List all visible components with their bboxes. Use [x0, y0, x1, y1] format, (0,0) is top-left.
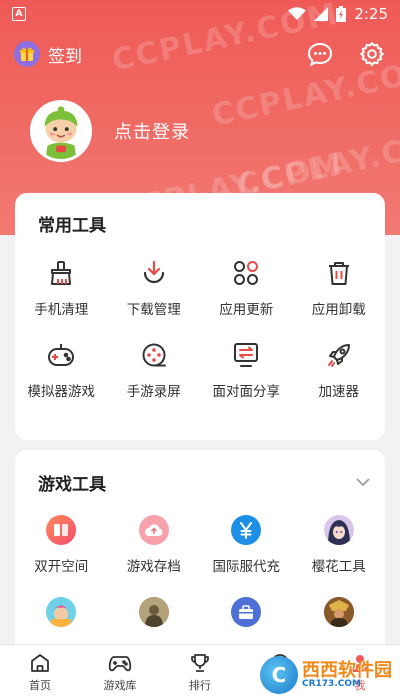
login-prompt[interactable]: 点击登录 — [114, 118, 190, 144]
tool-game-partial[interactable] — [15, 597, 108, 627]
dual-space-icon — [46, 515, 77, 545]
tool-label: 手机清理 — [34, 302, 89, 318]
battery-charging-icon — [336, 6, 347, 22]
warrior-avatar-icon — [323, 597, 354, 627]
login-area[interactable]: 点击登录 — [30, 100, 190, 162]
download-icon — [139, 258, 169, 288]
anime-avatar-icon — [323, 515, 354, 545]
tool-game-partial[interactable] — [200, 597, 293, 627]
trophy-icon — [191, 654, 209, 672]
gear-icon[interactable] — [358, 40, 386, 68]
tool-app-update[interactable]: 应用更新 — [200, 258, 293, 318]
tool-label: 手游录屏 — [126, 384, 181, 400]
home-icon — [31, 654, 49, 672]
tool-label: 应用更新 — [219, 302, 274, 318]
nav-label: 游戏库 — [103, 679, 137, 692]
tool-label: 下载管理 — [126, 302, 181, 318]
status-time: 2:25 — [354, 5, 388, 23]
trash-icon — [324, 258, 354, 288]
tool-intl-recharge[interactable]: 国际服代充 — [200, 515, 293, 575]
soldier-avatar-icon — [138, 597, 169, 627]
signin-label: 签到 — [48, 46, 82, 67]
tool-label: 游戏存档 — [126, 559, 181, 575]
tool-accelerator[interactable]: 加速器 — [293, 340, 386, 400]
tool-game-save[interactable]: 游戏存档 — [108, 515, 201, 575]
tool-phone-cleanup[interactable]: 手机清理 — [15, 258, 108, 318]
cloud-save-icon — [138, 515, 169, 545]
tool-label: 双开空间 — [34, 559, 89, 575]
tool-game-partial[interactable] — [293, 597, 386, 627]
site-watermark-logo: C 西西软件园 CR173.COM — [260, 656, 392, 694]
broom-icon — [46, 258, 76, 288]
gift-icon — [14, 41, 40, 67]
gamepad-icon — [46, 340, 76, 370]
tool-game-partial[interactable] — [108, 597, 201, 627]
tool-label: 模拟器游戏 — [27, 384, 96, 400]
apps-grid-icon — [231, 258, 261, 288]
chevron-down-icon[interactable] — [355, 472, 371, 491]
gamepad-icon — [108, 656, 132, 672]
section-title: 游戏工具 — [38, 475, 106, 495]
game-avatar-icon — [46, 597, 77, 627]
nav-ranking[interactable]: 排行 — [160, 645, 240, 700]
nav-game-library[interactable]: 游戏库 — [80, 645, 160, 700]
tool-label: 国际服代充 — [212, 559, 281, 575]
yuan-coin-icon — [231, 515, 262, 545]
brand-name: 西西软件园 — [302, 659, 392, 681]
nav-home[interactable]: 首页 — [0, 645, 80, 700]
section-title: 常用工具 — [38, 216, 106, 236]
tool-dual-space[interactable]: 双开空间 — [15, 515, 108, 575]
nav-label: 排行 — [189, 679, 211, 692]
transfer-icon — [231, 340, 261, 370]
tool-screen-record[interactable]: 手游录屏 — [108, 340, 201, 400]
nav-label: 首页 — [29, 679, 51, 692]
briefcase-icon — [231, 597, 262, 627]
signin-button[interactable]: 签到 — [14, 41, 82, 67]
chat-bubble-icon[interactable] — [306, 40, 334, 68]
tool-label: 加速器 — [318, 384, 360, 400]
rocket-icon — [324, 340, 354, 370]
mascot-avatar-icon[interactable] — [30, 100, 92, 162]
signal-icon — [314, 7, 329, 21]
tool-label: 樱花工具 — [311, 559, 366, 575]
wifi-icon — [288, 7, 307, 20]
common-tools-card: 常用工具 手机清理 下载管理 应用更新 应用卸载 模拟器游戏 手游录屏 面对面分… — [15, 193, 385, 440]
tool-sakura[interactable]: 樱花工具 — [293, 515, 386, 575]
brand-url: CR173.COM — [302, 678, 361, 689]
tool-label: 应用卸载 — [311, 302, 366, 318]
brand-logo-icon: C — [260, 656, 298, 694]
tool-download-manager[interactable]: 下载管理 — [108, 258, 201, 318]
top-bar: 签到 — [14, 38, 386, 70]
tool-face-to-face-share[interactable]: 面对面分享 — [200, 340, 293, 400]
tool-label: 面对面分享 — [212, 384, 281, 400]
app-notification-icon: A — [12, 7, 26, 21]
status-bar: A 2:25 — [0, 0, 400, 28]
record-icon — [139, 340, 169, 370]
tool-app-uninstall[interactable]: 应用卸载 — [293, 258, 386, 318]
tool-emulator-games[interactable]: 模拟器游戏 — [15, 340, 108, 400]
